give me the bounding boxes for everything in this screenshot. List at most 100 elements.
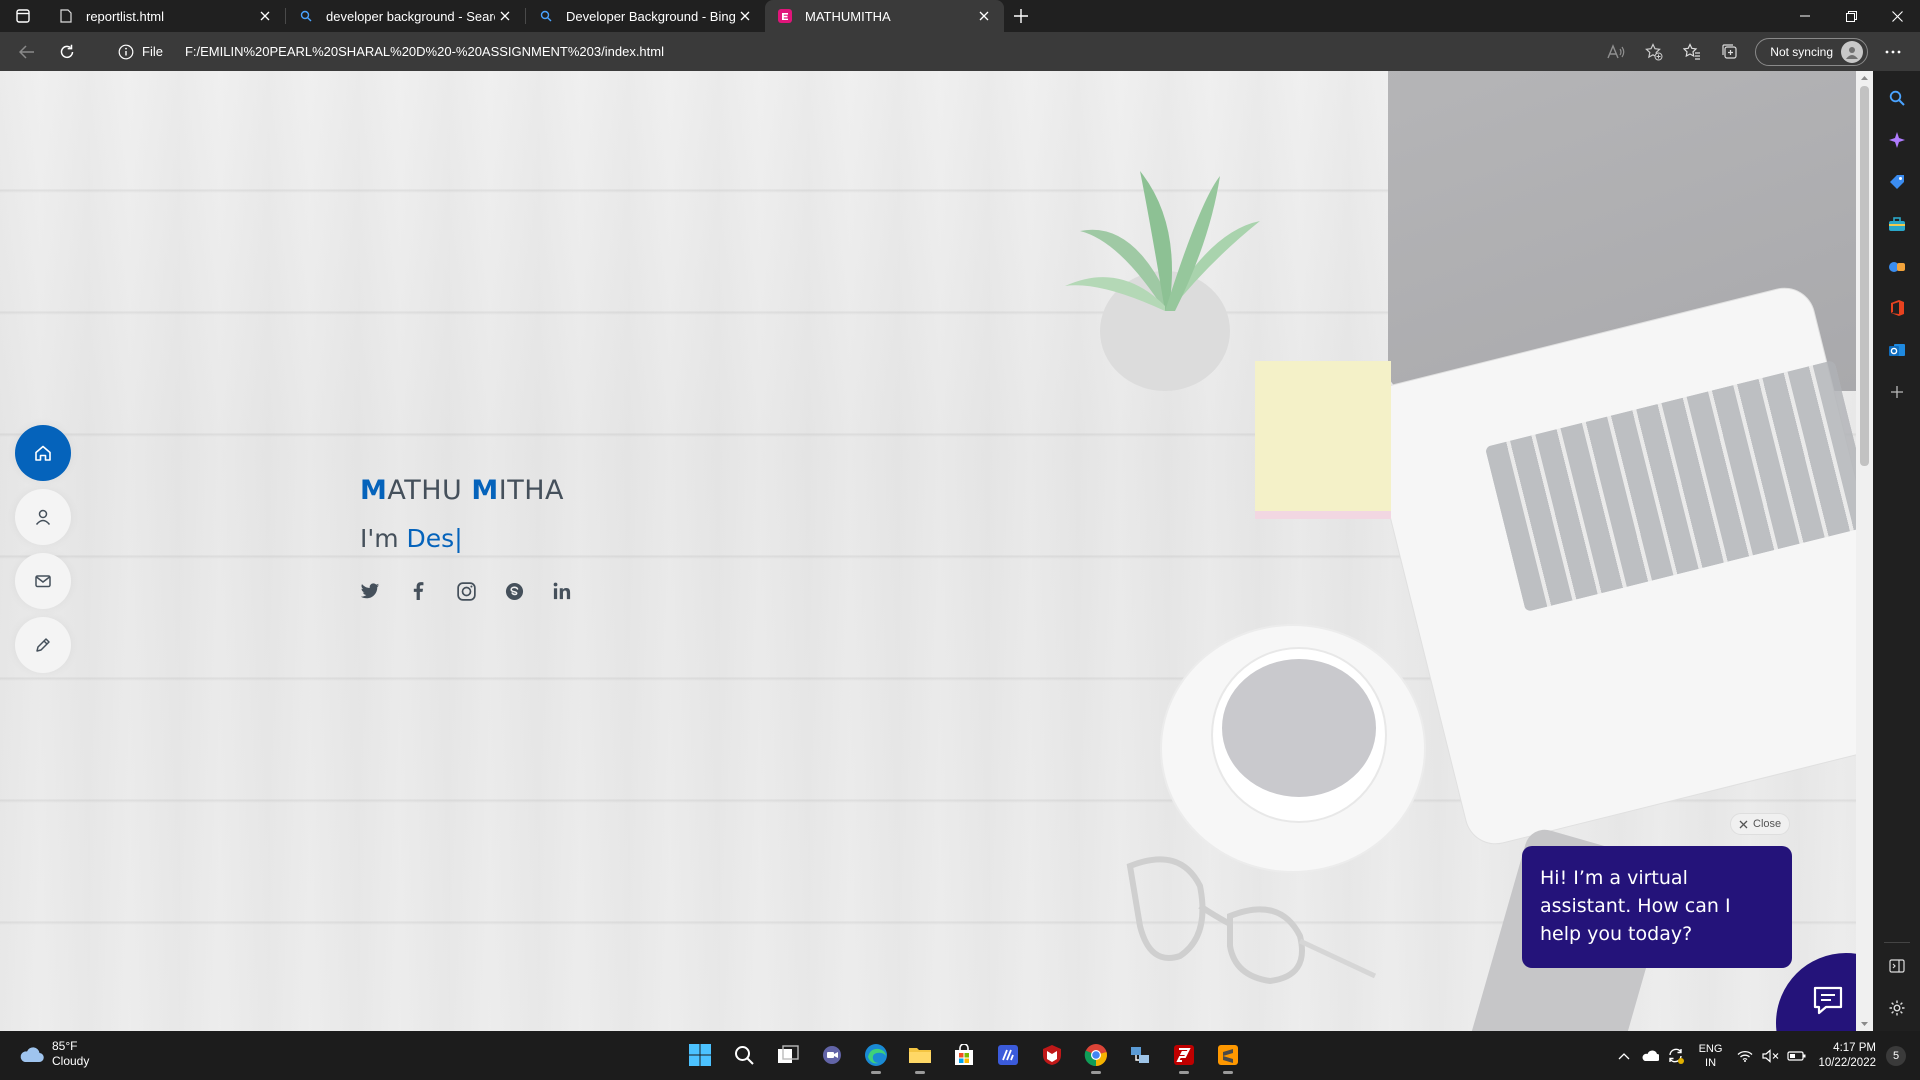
- close-window-button[interactable]: [1874, 0, 1920, 32]
- search-button[interactable]: [724, 1035, 764, 1075]
- nav-contact-button[interactable]: [15, 553, 71, 609]
- sidebar-shopping-button[interactable]: [1882, 167, 1912, 197]
- facebook-icon[interactable]: [408, 581, 428, 601]
- security-label: File: [142, 44, 163, 59]
- windows-taskbar: 85°F Cloudy ENG IN 4:17 PM 10/22/2022 5: [0, 1031, 1920, 1080]
- edge-taskbar-button[interactable]: [856, 1035, 896, 1075]
- sidebar-add-button[interactable]: [1882, 377, 1912, 407]
- system-tray: ENG IN 4:17 PM 10/22/2022 5: [1611, 1031, 1920, 1080]
- visual-studio-code-button[interactable]: [988, 1035, 1028, 1075]
- name-initial: M: [471, 475, 499, 506]
- favorites-button[interactable]: [1673, 37, 1711, 67]
- nav-resume-button[interactable]: [15, 617, 71, 673]
- filezilla-icon: [1174, 1045, 1194, 1065]
- hero-role: I'm Des|: [360, 524, 572, 553]
- new-tab-button[interactable]: [1004, 0, 1038, 32]
- clock[interactable]: 4:17 PM 10/22/2022: [1818, 1041, 1876, 1071]
- weather-widget[interactable]: 85°F Cloudy: [18, 1039, 89, 1069]
- toolbox-icon: [1888, 217, 1905, 231]
- teams-chat-button[interactable]: [812, 1035, 852, 1075]
- nav-home-button[interactable]: [15, 425, 71, 481]
- sidebar-settings-button[interactable]: [1882, 993, 1912, 1023]
- volume-muted-icon[interactable]: [1760, 1045, 1782, 1067]
- close-tab-icon[interactable]: [974, 6, 994, 26]
- close-icon: [1891, 10, 1903, 22]
- language-indicator[interactable]: ENG IN: [1699, 1042, 1723, 1070]
- profile-sync-button[interactable]: Not syncing: [1755, 37, 1868, 66]
- read-aloud-icon: [1607, 43, 1625, 58]
- notification-badge[interactable]: 5: [1886, 1045, 1906, 1066]
- battery-icon[interactable]: [1786, 1045, 1808, 1067]
- sublime-text-icon: [1218, 1045, 1238, 1065]
- chrome-button[interactable]: [1076, 1035, 1116, 1075]
- twitter-icon[interactable]: [360, 581, 380, 601]
- scroll-down-icon[interactable]: [1856, 1019, 1873, 1029]
- network-app-icon: [1131, 1047, 1149, 1063]
- sidebar-outlook-button[interactable]: [1882, 335, 1912, 365]
- chat-close-label: Close: [1753, 818, 1782, 830]
- pencil-icon: [36, 638, 50, 652]
- minimize-button[interactable]: [1782, 0, 1828, 32]
- language-line1: ENG: [1698, 1042, 1723, 1055]
- outlook-icon: [1888, 344, 1905, 356]
- nav-about-button[interactable]: [15, 489, 71, 545]
- teams-chat-icon: [823, 1046, 841, 1064]
- tab-developer-background-search[interactable]: developer background - Search: [286, 0, 525, 32]
- restore-button[interactable]: [1828, 0, 1874, 32]
- network-app-button[interactable]: [1120, 1035, 1160, 1075]
- sync-status-icon[interactable]: [1665, 1045, 1687, 1067]
- instagram-icon[interactable]: [456, 581, 476, 601]
- tab-mathumitha[interactable]: MATHUMITHA: [765, 0, 1004, 32]
- sidebar-office-button[interactable]: [1882, 293, 1912, 323]
- tab-title: MATHUMITHA: [805, 8, 891, 24]
- sidebar-tools-button[interactable]: [1882, 209, 1912, 239]
- close-tab-icon[interactable]: [495, 6, 515, 26]
- collections-icon: [1722, 43, 1737, 59]
- sidebar-hide-button[interactable]: [1882, 951, 1912, 981]
- sidebar-search-button[interactable]: [1882, 83, 1912, 113]
- tab-title: reportlist.html: [86, 8, 165, 24]
- microsoft-store-button[interactable]: [944, 1035, 984, 1075]
- chat-greeting-bubble[interactable]: Hi! I’m a virtual assistant. How can I h…: [1522, 846, 1792, 968]
- windows-logo-icon: [689, 1044, 711, 1066]
- task-view-button[interactable]: [768, 1035, 808, 1075]
- scroll-up-icon[interactable]: [1856, 73, 1873, 83]
- toolbar-actions: Not syncing: [1597, 32, 1920, 71]
- sync-label: Not syncing: [1770, 44, 1833, 59]
- url-text[interactable]: F:/EMILIN%20PEARL%20SHARAL%20D%20-%20ASS…: [185, 44, 664, 59]
- chat-close-button[interactable]: Close: [1730, 813, 1791, 835]
- restore-icon: [1845, 10, 1857, 22]
- file-explorer-button[interactable]: [900, 1035, 940, 1075]
- tab-reportlist[interactable]: reportlist.html: [46, 0, 285, 32]
- tab-actions-button[interactable]: [0, 0, 46, 32]
- sidebar-discover-button[interactable]: [1882, 125, 1912, 155]
- sparkle-icon: [1888, 132, 1905, 148]
- close-tab-icon[interactable]: [735, 6, 755, 26]
- linkedin-icon[interactable]: [552, 581, 572, 601]
- start-button[interactable]: [680, 1035, 720, 1075]
- refresh-button[interactable]: [50, 37, 84, 67]
- add-favorite-button[interactable]: [1635, 37, 1673, 67]
- show-hidden-icons-button[interactable]: [1613, 1045, 1635, 1067]
- settings-more-button[interactable]: [1874, 37, 1912, 67]
- onedrive-icon[interactable]: [1639, 1045, 1661, 1067]
- search-icon: [538, 8, 554, 24]
- skype-icon[interactable]: [504, 581, 524, 601]
- close-tab-icon[interactable]: [255, 6, 275, 26]
- role-prefix: I'm: [360, 524, 407, 553]
- filezilla-button[interactable]: [1164, 1035, 1204, 1075]
- read-aloud-button[interactable]: [1597, 37, 1635, 67]
- collections-button[interactable]: [1711, 37, 1749, 67]
- back-button[interactable]: [10, 37, 44, 67]
- scrollbar-thumb[interactable]: [1860, 86, 1869, 466]
- page-scrollbar[interactable]: [1856, 71, 1873, 1031]
- sidebar-games-button[interactable]: [1882, 251, 1912, 281]
- language-line2: IN: [1705, 1056, 1717, 1069]
- sublime-text-button[interactable]: [1208, 1035, 1248, 1075]
- hero-section: MATHU MITHA I'm Des|: [360, 475, 572, 601]
- tab-developer-background-bing-images[interactable]: Developer Background - Bing images: [526, 0, 765, 32]
- address-bar[interactable]: File F:/EMILIN%20PEARL%20SHARAL%20D%20-%…: [106, 36, 1646, 67]
- wifi-icon[interactable]: [1734, 1045, 1756, 1067]
- site-info-button[interactable]: File: [118, 44, 163, 60]
- mcafee-button[interactable]: [1032, 1035, 1072, 1075]
